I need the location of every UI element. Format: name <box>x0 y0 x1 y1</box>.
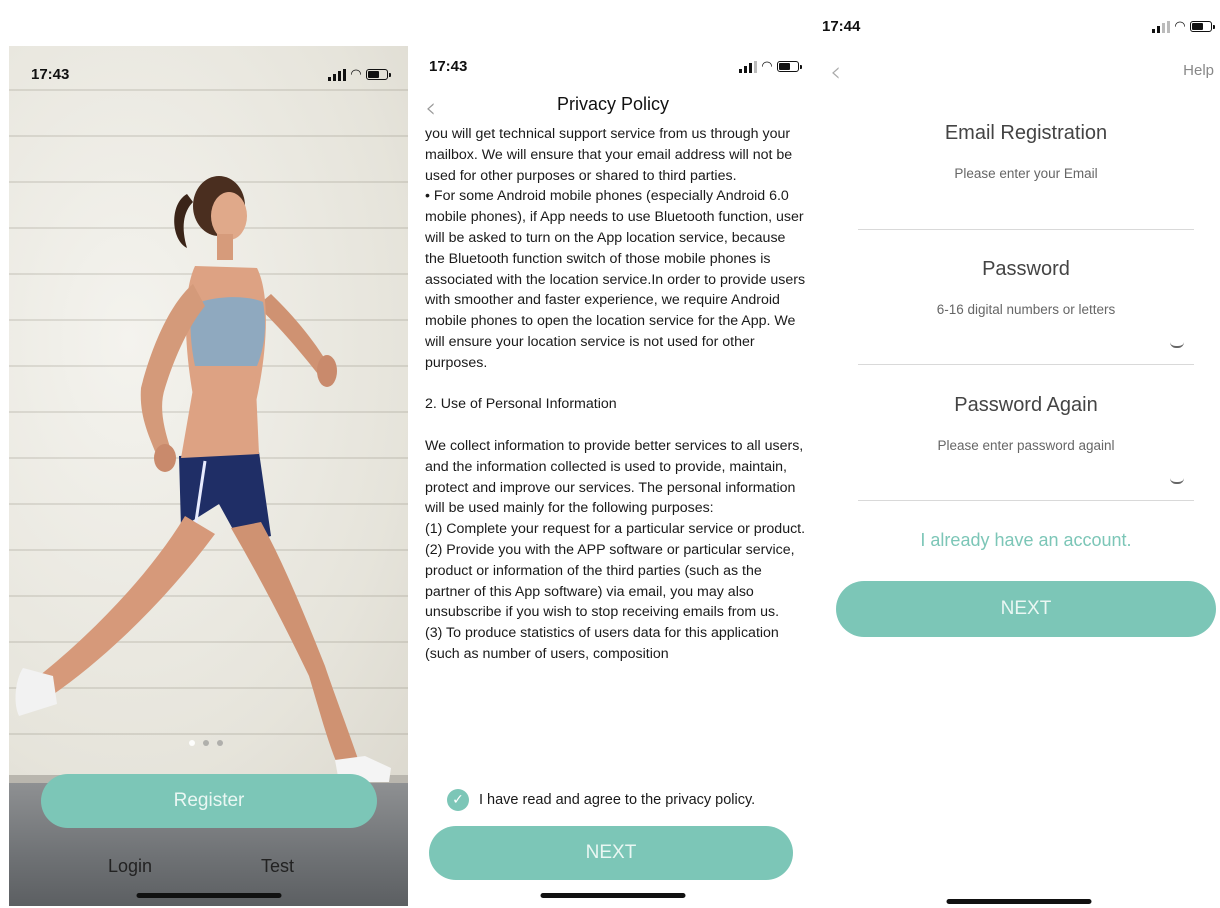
page-dot <box>217 740 223 746</box>
page-dot <box>203 740 209 746</box>
page-dot <box>189 740 195 746</box>
status-time: 17:43 <box>31 66 70 83</box>
signal-icon <box>328 68 346 81</box>
password-underline <box>858 364 1194 365</box>
home-indicator <box>540 893 686 898</box>
battery-icon <box>366 69 391 80</box>
already-have-account-link[interactable]: I already have an account. <box>858 530 1194 551</box>
home-indicator <box>946 899 1092 904</box>
policy-paragraph: • For some Android mobile phones (especi… <box>425 188 806 371</box>
policy-paragraph: We collect information to provide better… <box>425 437 804 517</box>
battery-icon <box>1190 21 1215 32</box>
signal-icon <box>1152 20 1170 33</box>
policy-text[interactable]: you will get technical support service f… <box>425 124 807 764</box>
splash-screen: 17:43 ◠ Register Login Test <box>9 46 408 906</box>
password-title: Password <box>982 258 1070 280</box>
register-button[interactable]: Register <box>41 774 377 828</box>
next-button[interactable]: NEXT <box>836 581 1216 637</box>
email-underline <box>858 229 1194 230</box>
password-again-hint: Please enter password againl <box>937 438 1115 453</box>
email-title: Email Registration <box>944 122 1108 144</box>
eye-closed-icon[interactable] <box>1170 478 1184 484</box>
password-again-title: Password Again <box>954 394 1098 416</box>
password-again-input[interactable] <box>858 466 1158 496</box>
wifi-icon: ◠ <box>351 67 361 82</box>
policy-paragraph: (2) Provide you with the APP software or… <box>425 541 795 621</box>
policy-paragraph: (1) Complete your request for a particul… <box>425 521 806 538</box>
test-link[interactable]: Test <box>261 856 294 877</box>
agree-checkbox[interactable]: ✓ I have read and agree to the privacy p… <box>447 789 755 811</box>
policy-heading: 2. Use of Personal Information <box>425 396 617 413</box>
wifi-icon: ◠ <box>762 59 772 74</box>
status-bar: 17:43 ◠ <box>417 50 809 80</box>
policy-paragraph: you will get technical support service f… <box>425 126 793 184</box>
page-indicator <box>189 740 223 746</box>
policy-paragraph: (3) To produce statistics of users data … <box>425 625 779 662</box>
signal-icon <box>739 60 757 73</box>
battery-icon <box>777 61 802 72</box>
agree-label: I have read and agree to the privacy pol… <box>479 792 756 808</box>
page-title: Privacy Policy <box>556 94 670 114</box>
email-input[interactable] <box>858 194 1158 224</box>
status-time: 17:43 <box>429 58 468 75</box>
status-time: 17:44 <box>822 18 861 35</box>
email-hint: Please enter your Email <box>954 166 1098 181</box>
help-link[interactable]: Help <box>1183 62 1214 79</box>
next-button[interactable]: NEXT <box>429 826 793 880</box>
status-bar: 17:43 ◠ <box>9 58 408 88</box>
email-registration-screen: 17:44 ◠ ‹ Help Email Registration Please… <box>818 0 1220 908</box>
checkmark-icon: ✓ <box>447 789 469 811</box>
home-indicator <box>136 893 281 898</box>
password-again-underline <box>858 500 1194 501</box>
back-chevron-icon[interactable]: ‹ <box>830 58 841 86</box>
status-bar: 17:44 ◠ <box>818 10 1220 40</box>
login-link[interactable]: Login <box>108 856 152 877</box>
privacy-policy-screen: 17:43 ◠ ‹ Privacy Policy you will get te… <box>417 46 809 906</box>
password-input[interactable] <box>858 330 1158 360</box>
eye-closed-icon[interactable] <box>1170 342 1184 348</box>
password-hint: 6-16 digital numbers or letters <box>936 302 1116 317</box>
runner-photo <box>15 176 391 782</box>
wifi-icon: ◠ <box>1175 19 1185 34</box>
